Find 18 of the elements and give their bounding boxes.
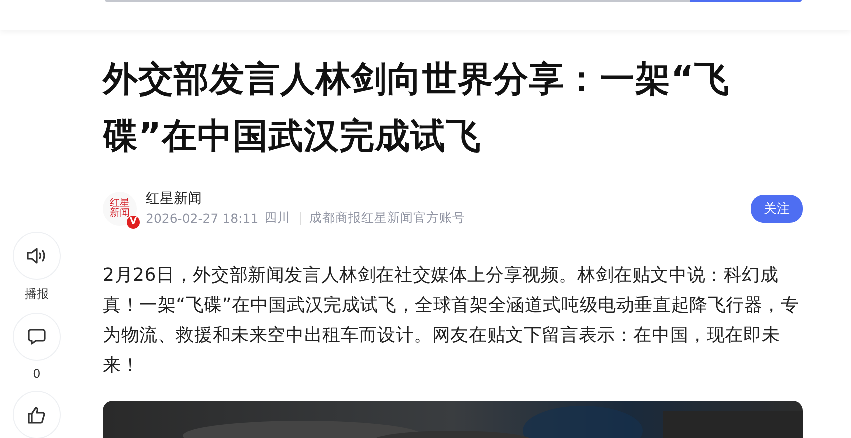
account-description: 成都商报红星新闻官方账号 bbox=[310, 210, 466, 227]
follow-button[interactable]: 关注 bbox=[751, 194, 803, 222]
action-label: 播报 bbox=[25, 286, 49, 303]
comment-button[interactable] bbox=[13, 313, 61, 361]
avatar[interactable]: 红星新闻 V bbox=[103, 192, 137, 226]
listen-button[interactable] bbox=[13, 232, 61, 280]
verified-badge: V bbox=[127, 216, 140, 228]
region-label: 四川 bbox=[264, 210, 291, 227]
speaker-icon bbox=[26, 246, 48, 266]
thumbs-up-icon bbox=[27, 405, 47, 425]
author-name[interactable]: 红星新闻 bbox=[146, 190, 751, 208]
comment-icon bbox=[27, 327, 47, 347]
like-button[interactable] bbox=[13, 391, 61, 438]
article-title: 外交部发言人林剑向世界分享：一架“飞碟”在中国武汉完成试飞 bbox=[103, 59, 732, 159]
action-label: 0 bbox=[33, 367, 41, 381]
logo-text: 红星新闻 bbox=[110, 198, 130, 218]
publish-time: 2026-02-27 18:11 bbox=[146, 211, 259, 226]
article-paragraph: 2月26日，外交部新闻发言人林剑在社交媒体上分享视频。林剑在贴文中说：科幻成真！一架“飞碟”在中国武汉完成试飞，全球首架全涵道式吨级电动垂直起降飞行器，专为物流、救援和未来空中出租车而设计。网友在贴文下留言表示：在中国，现在即未来！ bbox=[103, 264, 800, 378]
